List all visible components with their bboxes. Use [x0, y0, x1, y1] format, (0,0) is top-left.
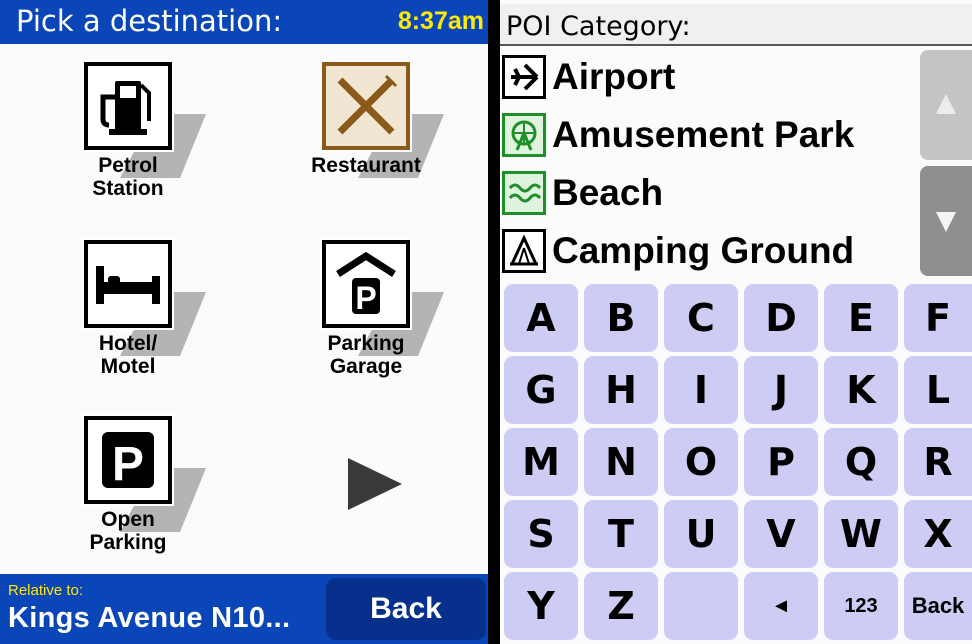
key-r[interactable]: R [904, 428, 972, 496]
back-button[interactable]: Back [326, 578, 486, 640]
poi-category-panel: POI Category: Airport Amusement Park Bea… [500, 0, 972, 644]
airplane-icon [502, 55, 546, 99]
tile-label: Petrol Station [92, 154, 164, 200]
list-item-label: Airport [552, 56, 676, 97]
petrol-station-button[interactable]: Petrol Station [56, 60, 236, 232]
clock: 8:37am [397, 7, 484, 35]
scroll-down-button[interactable] [920, 166, 972, 276]
key-q[interactable]: Q [824, 428, 898, 496]
tile-label: Parking Garage [327, 332, 405, 378]
header-bar: Pick a destination: 8:37am [0, 0, 488, 44]
backspace-key[interactable]: ◄ [744, 572, 818, 640]
key-a[interactable]: A [504, 284, 578, 352]
header-bar: POI Category: [500, 4, 972, 46]
list-item-airport[interactable]: Airport [500, 48, 920, 106]
parking-icon: P [82, 414, 174, 506]
key-n[interactable]: N [584, 428, 658, 496]
relative-to-label: Relative to: [8, 582, 84, 599]
key-b[interactable]: B [584, 284, 658, 352]
tile-label: Open Parking [89, 508, 167, 554]
key-c[interactable]: C [664, 284, 738, 352]
list-item-amusement-park[interactable]: Amusement Park [500, 106, 920, 164]
fork-knife-icon [320, 60, 412, 152]
back-key[interactable]: Back [904, 572, 972, 640]
petrol-pump-icon [82, 60, 174, 152]
list-item-camping-ground[interactable]: Camping Ground [500, 222, 920, 280]
list-item-beach[interactable]: Beach [500, 164, 920, 222]
key-i[interactable]: I [664, 356, 738, 424]
destination-panel: Pick a destination: 8:37am Petrol Statio… [0, 0, 488, 644]
key-y[interactable]: Y [504, 572, 578, 640]
key-m[interactable]: M [504, 428, 578, 496]
ferris-wheel-icon [502, 113, 546, 157]
key-h[interactable]: H [584, 356, 658, 424]
down-arrow-icon [936, 212, 956, 232]
page-title: Pick a destination: [16, 4, 283, 38]
key-l[interactable]: L [904, 356, 972, 424]
key-p[interactable]: P [744, 428, 818, 496]
parking-garage-icon: P [320, 238, 412, 330]
waves-icon [502, 171, 546, 215]
bed-icon [82, 238, 174, 330]
key-f[interactable]: F [904, 284, 972, 352]
key-u[interactable]: U [664, 500, 738, 568]
list-item-label: Beach [552, 172, 664, 213]
tile-label: Restaurant [311, 154, 421, 177]
key-s[interactable]: S [504, 500, 578, 568]
hotel-motel-button[interactable]: Hotel/ Motel [56, 238, 236, 410]
tent-icon [502, 229, 546, 273]
key-d[interactable]: D [744, 284, 818, 352]
key-x[interactable]: X [904, 500, 972, 568]
key-w[interactable]: W [824, 500, 898, 568]
up-arrow-icon [936, 94, 956, 114]
numbers-key[interactable]: 123 [824, 572, 898, 640]
key-g[interactable]: G [504, 356, 578, 424]
key-k[interactable]: K [824, 356, 898, 424]
key-v[interactable]: V [744, 500, 818, 568]
scroll-up-button[interactable] [920, 50, 972, 160]
list-item-label: Camping Ground [552, 230, 855, 271]
restaurant-button[interactable]: Restaurant [294, 60, 474, 232]
key-e[interactable]: E [824, 284, 898, 352]
key-blank [664, 572, 738, 640]
key-j[interactable]: J [744, 356, 818, 424]
page-title: POI Category: [506, 11, 691, 42]
svg-text:P: P [355, 280, 376, 316]
right-arrow-icon[interactable] [344, 456, 404, 512]
tile-label: Hotel/ Motel [98, 332, 158, 378]
key-z[interactable]: Z [584, 572, 658, 640]
open-parking-button[interactable]: P Open Parking [56, 414, 236, 586]
key-o[interactable]: O [664, 428, 738, 496]
on-screen-keyboard: A B C D E F G H I J K L M N O P Q R S T … [500, 282, 972, 644]
key-t[interactable]: T [584, 500, 658, 568]
svg-text:P: P [112, 438, 144, 491]
list-item-label: Amusement Park [552, 114, 855, 155]
relative-to-location[interactable]: Kings Avenue N10... [8, 602, 290, 635]
footer-bar: Relative to: Kings Avenue N10... Back [0, 574, 488, 644]
parking-garage-button[interactable]: P Parking Garage [294, 238, 474, 410]
